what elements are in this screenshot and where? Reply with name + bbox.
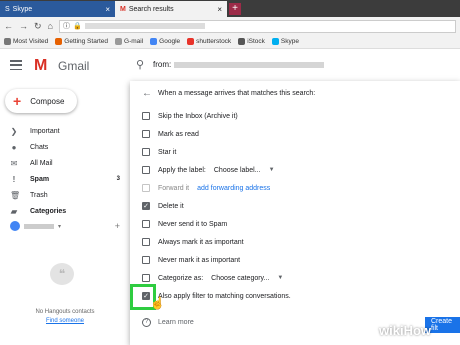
bookmark-google[interactable]: Google [150, 38, 180, 45]
gmail-tab-icon: M [120, 5, 126, 13]
sidebar-item-chats[interactable]: ● Chats [10, 140, 120, 154]
compose-label: Compose [30, 96, 65, 106]
option-categorize-as[interactable]: Categorize as: Choose category... ▼ [142, 272, 283, 284]
url-text [84, 23, 205, 29]
help-icon: ? [142, 318, 151, 327]
sidebar-item-trash[interactable]: 🗑 Trash [10, 188, 120, 202]
add-forwarding-address-link[interactable]: add forwarding address [197, 185, 270, 192]
tab-search-results[interactable]: M Search results × [115, 1, 227, 17]
hamburger-menu-icon[interactable] [10, 60, 22, 70]
find-someone-link[interactable]: Find someone [25, 318, 105, 324]
option-forward-it[interactable]: Forward it add forwarding address [142, 182, 270, 194]
option-always-important[interactable]: Always mark it as important [142, 236, 244, 248]
chevron-down-icon[interactable]: ▼ [277, 275, 283, 281]
search-icon[interactable]: ⚲ [136, 58, 144, 71]
important-icon: ❯ [10, 126, 18, 136]
back-icon[interactable]: ← [4, 21, 13, 31]
sidebar-item-spam[interactable]: ! Spam 3 [10, 172, 120, 186]
tab-skype[interactable]: S Skype × [0, 1, 115, 17]
bookmark-getting-started[interactable]: Getting Started [55, 38, 108, 45]
option-skip-inbox[interactable]: Skip the Inbox (Archive it) [142, 110, 238, 122]
mail-icon: ✉ [10, 158, 18, 168]
option-never-important[interactable]: Never mark it as important [142, 254, 240, 266]
url-input[interactable]: ⓘ 🔒 [58, 19, 456, 33]
google-icon [150, 38, 158, 45]
hangouts-quote-icon: ❝ [50, 263, 74, 285]
tab-label: Search results [128, 5, 174, 13]
label-icon: ▰ [10, 206, 18, 216]
spam-count: 3 [116, 176, 120, 182]
istock-icon [238, 38, 246, 45]
home-icon[interactable]: ⌂ [48, 21, 53, 31]
checkbox[interactable] [142, 166, 150, 174]
spam-icon: ! [12, 174, 16, 184]
globe-icon [115, 38, 123, 45]
category-select[interactable]: Choose category... [211, 275, 269, 282]
checkbox[interactable] [142, 256, 150, 264]
tab-label: Skype [12, 5, 33, 13]
sidebar-item-all-mail[interactable]: ✉ All Mail [10, 156, 120, 170]
checkbox[interactable] [142, 148, 150, 156]
close-icon[interactable]: × [105, 5, 110, 14]
gmail-header: M Gmail ⚲ from: [0, 49, 460, 83]
bookmarks-bar: Most Visited Getting Started G-mail Goog… [0, 35, 460, 49]
sidebar-item-important[interactable]: ❯ Important [10, 124, 120, 138]
option-apply-label[interactable]: Apply the label: Choose label... ▼ [142, 164, 275, 176]
shutterstock-icon [187, 38, 195, 45]
mouse-cursor-icon: ☝ [150, 296, 165, 310]
checkbox[interactable] [142, 238, 150, 246]
bookmark-skype[interactable]: Skype [271, 38, 299, 45]
no-contacts-text: No Hangouts contacts [35, 309, 95, 315]
checkbox[interactable] [142, 130, 150, 138]
bookmark-most-visited[interactable]: Most Visited [4, 38, 48, 45]
firefox-icon [55, 38, 63, 45]
filter-panel: ← When a message arrives that matches th… [130, 81, 460, 345]
forward-icon[interactable]: → [19, 21, 28, 31]
skype-icon [271, 38, 279, 45]
sidebar: + Compose ❯ Important ● Chats ✉ All Mail… [0, 83, 125, 345]
learn-more-link[interactable]: Learn more [158, 319, 194, 326]
bookmark-gmail[interactable]: G-mail [115, 38, 143, 45]
checkbox[interactable] [142, 220, 150, 228]
gmail-logo-icon[interactable]: M [34, 57, 47, 75]
filter-panel-title: When a message arrives that matches this… [158, 90, 316, 97]
bookmark-shutterstock[interactable]: shutterstock [187, 38, 231, 45]
compose-button[interactable]: + Compose [5, 89, 77, 113]
option-star-it[interactable]: Star it [142, 146, 176, 158]
trash-icon: 🗑 [10, 190, 21, 200]
add-contact-icon[interactable]: + [115, 221, 120, 231]
option-mark-as-read[interactable]: Mark as read [142, 128, 199, 140]
back-arrow-icon[interactable]: ← [142, 88, 152, 99]
bookmark-istock[interactable]: iStock [238, 38, 265, 45]
new-tab-button[interactable]: + [229, 3, 241, 15]
sidebar-item-categories[interactable]: ▰ Categories [10, 204, 120, 218]
lock-icon: 🔒 [72, 23, 82, 30]
skype-icon: S [5, 5, 10, 13]
option-never-spam[interactable]: Never send it to Spam [142, 218, 227, 230]
user-name-redacted [24, 223, 54, 229]
avatar [10, 221, 20, 231]
address-bar-row: ← → ↻ ⌂ ⓘ 🔒 [0, 17, 460, 35]
search-query-redacted [174, 62, 324, 68]
close-icon[interactable]: × [217, 5, 222, 14]
checkbox-checked[interactable]: ✓ [142, 202, 150, 210]
hangouts-user[interactable]: ▾ + [10, 220, 120, 232]
checkbox[interactable] [142, 112, 150, 120]
chevron-down-icon[interactable]: ▾ [58, 223, 61, 230]
chevron-down-icon[interactable]: ▼ [269, 167, 275, 173]
option-delete-it[interactable]: ✓ Delete it [142, 200, 184, 212]
checkbox[interactable] [142, 274, 150, 282]
browser-tab-bar: S Skype × M Search results × + [0, 0, 460, 17]
info-icon: ⓘ [62, 23, 70, 30]
reload-icon[interactable]: ↻ [34, 21, 42, 32]
plus-icon: + [13, 93, 22, 109]
gmail-logo-text[interactable]: Gmail [58, 59, 89, 73]
gear-icon [4, 38, 11, 45]
wikihow-watermark: wikiHow [379, 323, 432, 338]
checkbox [142, 184, 150, 192]
chat-icon: ● [11, 142, 17, 152]
search-input[interactable]: from: [153, 60, 171, 69]
label-select[interactable]: Choose label... [214, 167, 261, 174]
